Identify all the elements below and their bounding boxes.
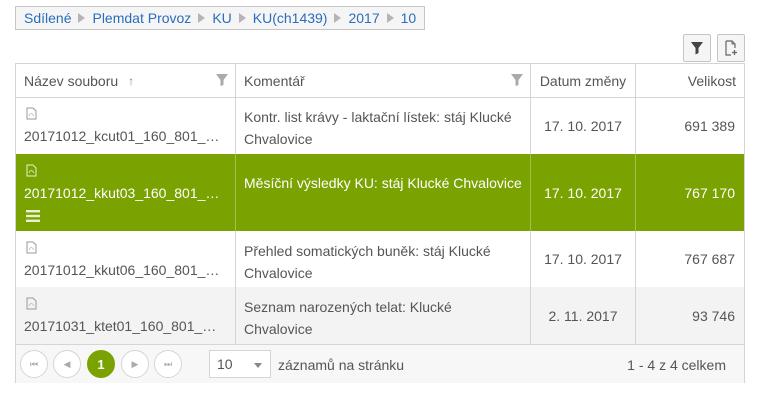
column-label-comment: Komentář <box>244 72 305 89</box>
column-header-comment[interactable]: Komentář <box>236 64 531 97</box>
row-menu-icon[interactable] <box>26 210 40 222</box>
table-row-selected[interactable]: 20171012_kkut03_160_801_… Měsíční výsled… <box>16 154 744 231</box>
first-page-button[interactable]: ⏮ <box>20 350 48 378</box>
date-cell: 17. 10. 2017 <box>531 97 636 154</box>
current-page-label: 1 <box>97 356 105 372</box>
prev-page-icon: ◀ <box>63 358 71 369</box>
column-label-size: Velikost <box>687 72 736 89</box>
file-name[interactable]: 20171012_kkut03_160_801_… <box>24 185 228 201</box>
breadcrumb-item-2017[interactable]: 2017 <box>348 10 379 26</box>
column-filter-icon[interactable] <box>216 74 228 86</box>
filter-toggle-button[interactable] <box>683 34 711 62</box>
pager-total-label: 1 - 4 z 4 celkem <box>627 357 726 373</box>
last-page-icon: ⏭ <box>163 358 173 369</box>
comment-cell: Přehled somatických buněk: stáj Klucké C… <box>236 231 531 287</box>
breadcrumb-item-ku[interactable]: KU <box>212 10 231 26</box>
comment-cell: Měsíční výsledky KU: stáj Klucké Chvalov… <box>236 154 531 231</box>
per-page-label: záznamů na stránku <box>278 357 405 373</box>
pdf-file-icon <box>26 164 37 177</box>
column-filter-icon[interactable] <box>511 74 523 86</box>
column-label-name: Název souboru <box>24 72 119 89</box>
file-grid: Název souboru ↑ Komentář Datum změny Vel… <box>15 63 745 383</box>
first-page-icon: ⏮ <box>29 358 39 369</box>
pdf-file-icon <box>26 241 37 254</box>
comment-cell: Seznam narozených telat: Klucké Chvalovi… <box>236 287 531 344</box>
column-header-name[interactable]: Název souboru ↑ <box>16 64 236 97</box>
next-page-icon: ▶ <box>131 358 139 369</box>
breadcrumb-separator-icon <box>386 13 394 23</box>
pager: ⏮ ◀ 1 ▶ ⏭ 10 záznamů na stránku 1 - 4 z … <box>16 344 744 383</box>
date-cell: 17. 10. 2017 <box>531 154 636 231</box>
breadcrumb-item-10[interactable]: 10 <box>401 10 417 26</box>
file-name[interactable]: 20171031_ktet01_160_801_… <box>24 318 228 334</box>
size-cell: 93 746 <box>692 307 735 324</box>
pdf-file-icon <box>26 297 37 310</box>
breadcrumb-separator-icon <box>198 13 206 23</box>
column-header-size[interactable]: Velikost <box>636 64 744 97</box>
size-cell: 767 687 <box>684 251 735 267</box>
new-file-icon <box>725 40 737 56</box>
page-1-button[interactable]: 1 <box>87 350 115 378</box>
column-label-date: Datum změny <box>539 72 627 89</box>
table-row[interactable]: 20171012_kkut06_160_801_… Přehled somati… <box>16 231 744 287</box>
date-cell: 17. 10. 2017 <box>531 231 636 287</box>
comment-cell: Kontr. list krávy - laktační lístek: stá… <box>236 97 531 154</box>
last-page-button[interactable]: ⏭ <box>154 350 182 378</box>
page-size-select[interactable]: 10 <box>209 350 271 378</box>
file-name-cell: 20171012_kcut01_160_801_… <box>16 97 236 154</box>
breadcrumb-item-ku-ch1439[interactable]: KU(ch1439) <box>253 10 328 26</box>
file-name[interactable]: 20171012_kcut01_160_801_… <box>24 128 228 144</box>
breadcrumb-separator-icon <box>238 13 246 23</box>
new-file-button[interactable] <box>717 34 745 62</box>
pdf-file-icon <box>26 107 37 120</box>
file-name-cell: 20171031_ktet01_160_801_… <box>16 287 236 344</box>
file-name[interactable]: 20171012_kkut06_160_801_… <box>24 262 228 278</box>
grid-header: Název souboru ↑ Komentář Datum změny Vel… <box>16 64 744 98</box>
column-header-date[interactable]: Datum změny <box>531 64 636 97</box>
size-cell: 691 389 <box>684 117 735 134</box>
breadcrumb: Sdílené Plemdat Provoz KU KU(ch1439) 201… <box>15 6 426 30</box>
sort-ascending-icon: ↑ <box>128 73 135 88</box>
breadcrumb-item-plemdat-provoz[interactable]: Plemdat Provoz <box>92 10 191 26</box>
date-cell: 2. 11. 2017 <box>531 287 636 344</box>
file-name-cell: 20171012_kkut03_160_801_… <box>16 154 236 231</box>
page-size-value: 10 <box>217 356 233 372</box>
file-name-cell: 20171012_kkut06_160_801_… <box>16 231 236 287</box>
chevron-down-icon <box>254 363 262 368</box>
breadcrumb-separator-icon <box>334 13 342 23</box>
filter-icon <box>691 42 703 55</box>
next-page-button[interactable]: ▶ <box>121 350 149 378</box>
breadcrumb-item-sdilene[interactable]: Sdílené <box>24 10 71 26</box>
prev-page-button[interactable]: ◀ <box>53 350 81 378</box>
table-row[interactable]: 20171031_ktet01_160_801_… Seznam narozen… <box>16 287 744 344</box>
size-cell: 767 170 <box>684 184 735 201</box>
breadcrumb-separator-icon <box>78 13 86 23</box>
table-row[interactable]: 20171012_kcut01_160_801_… Kontr. list kr… <box>16 97 744 154</box>
